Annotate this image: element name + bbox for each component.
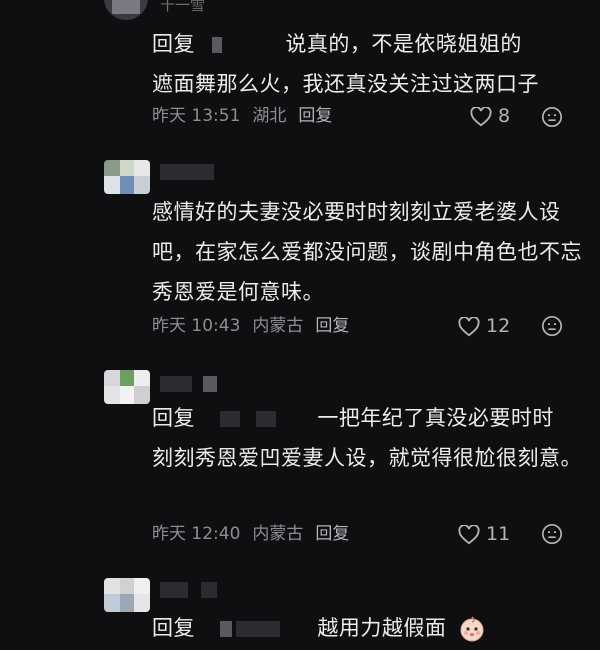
avatar[interactable] — [104, 578, 150, 612]
comment-time: 昨天 10:43 — [152, 316, 241, 336]
like-count: 11 — [486, 523, 511, 545]
username-redacted[interactable] — [160, 580, 217, 598]
unhappy-face-icon[interactable] — [541, 106, 563, 128]
username-fragment[interactable]: 十一雪 — [160, 0, 206, 14]
reply-button[interactable]: 回复 — [315, 524, 349, 544]
redacted-username — [212, 37, 223, 53]
comment-location: 内蒙古 — [252, 524, 304, 544]
comment-text-line1: 一把年纪了真没必要时时 — [317, 406, 554, 430]
comment-text: 回复 一把年纪了真没必要时时 刻刻秀恩爱凹爱妻人设，就觉得很尬很刻意。 — [152, 398, 582, 478]
comment-meta: 昨天 10:43 内蒙古 回复 — [152, 314, 361, 338]
comment-text: 感情好的夫妻没必要时时刻刻立爱老婆人设吧，在家怎么爱都没问题，谈剧中角色也不忘秀… — [152, 200, 582, 304]
username-redacted[interactable] — [160, 374, 217, 392]
like-count: 8 — [498, 105, 511, 127]
username-redacted[interactable] — [160, 162, 214, 180]
reply-button[interactable]: 回复 — [315, 316, 349, 336]
reply-prefix: 回复 — [152, 406, 195, 430]
unhappy-face-icon[interactable] — [541, 315, 563, 337]
comment-text-line1: 说真的，不是依晓姐姐的 — [285, 32, 522, 56]
comment-text-rest: 刻刻秀恩爱凹爱妻人设，就觉得很尬很刻意。 — [152, 446, 582, 470]
comment-text: 越用力越假面 — [317, 616, 447, 640]
like-button[interactable]: 11 — [458, 522, 510, 546]
comment-time: 昨天 13:51 — [152, 106, 241, 126]
comment-location: 内蒙古 — [252, 316, 304, 336]
heart-outline-icon — [458, 316, 480, 336]
like-button[interactable]: 8 — [470, 104, 510, 128]
redacted-username — [220, 411, 241, 427]
redacted-username — [220, 621, 233, 637]
username-text: 十一雪 — [160, 0, 206, 14]
heart-outline-icon — [470, 106, 492, 126]
avatar[interactable] — [104, 370, 150, 404]
comment-location: 湖北 — [252, 106, 287, 126]
avatar[interactable] — [104, 160, 150, 194]
reply-button[interactable]: 回复 — [298, 106, 332, 126]
like-count: 12 — [486, 315, 511, 337]
like-button[interactable]: 12 — [458, 314, 510, 338]
heart-outline-icon — [458, 524, 480, 544]
comment-time: 昨天 12:40 — [152, 524, 241, 544]
comment-meta: 昨天 13:51 湖北 回复 — [152, 104, 344, 128]
reply-prefix: 回复 — [152, 616, 195, 640]
comment-meta: 昨天 12:40 内蒙古 回复 — [152, 522, 361, 546]
avatar[interactable] — [104, 0, 148, 20]
reply-prefix: 回复 — [152, 32, 195, 56]
comment-text-line2: 遮面舞那么火，我还真没关注过这两口子 — [152, 72, 539, 96]
comment-text: 回复 说真的，不是依晓姐姐的 遮面舞那么火，我还真没关注过这两口子 — [152, 24, 572, 104]
baby-face-emoji-icon — [460, 616, 484, 642]
unhappy-face-icon[interactable] — [541, 523, 563, 545]
comment-text: 回复 越用力越假面 — [152, 608, 572, 648]
